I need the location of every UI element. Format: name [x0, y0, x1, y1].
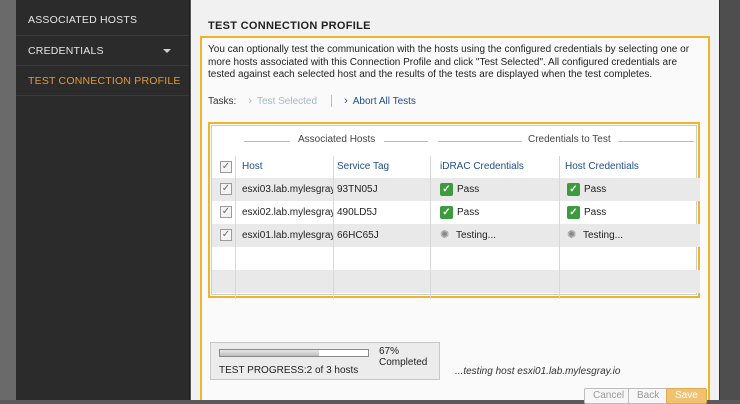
back-button[interactable]: Back [628, 388, 669, 404]
host-cell: esxi03.lab.mylesgray.io [242, 184, 334, 195]
progress-percent: 67% Completed [379, 346, 428, 368]
pass-check-icon: ✓ [567, 205, 580, 219]
host-cred-status-label: Pass [584, 184, 607, 195]
spinner-icon: ✺ [567, 229, 577, 241]
column-divider [235, 156, 236, 299]
abort-all-tests-link[interactable]: › Abort All Tests [344, 95, 416, 107]
host-cell: esxi01.lab.mylesgray.io [242, 230, 334, 241]
sidebar-item-credentials[interactable]: CREDENTIALS [16, 36, 189, 66]
group-line [384, 141, 428, 142]
idrac-status-label: Pass [457, 207, 480, 218]
tasks-bar: Tasks: › Test Selected › Abort All Tests [208, 95, 416, 107]
sidebar-item-test-connection-profile[interactable]: TEST CONNECTION PROFILE [16, 66, 189, 96]
row-checkbox[interactable]: ✓ [220, 183, 232, 195]
service-tag-cell: 93TN05J [337, 184, 378, 195]
tasks-label: Tasks: [208, 95, 237, 107]
test-selected-label: Test Selected [257, 95, 318, 107]
wizard-main-panel: TEST CONNECTION PROFILE You can optional… [191, 0, 719, 404]
test-status-text: ...testing host esxi01.lab.mylesgray.io [455, 366, 621, 377]
content-box: You can optionally test the communicatio… [200, 36, 710, 404]
progress-bar-fill [220, 350, 320, 356]
pass-check-icon: ✓ [440, 182, 453, 196]
abort-all-tests-label: Abort All Tests [352, 95, 416, 107]
host-cell: esxi02.lab.mylesgray.io [242, 207, 334, 218]
host-cred-status-label: Testing... [583, 230, 624, 241]
test-selected-link[interactable]: › Test Selected [248, 95, 317, 107]
group-line [244, 141, 290, 142]
host-cred-status-label: Pass [584, 207, 607, 218]
chevron-right-icon: › [248, 95, 253, 107]
table-row[interactable]: ✓ esxi01.lab.mylesgray.io 66HC65J ✺ Testi… [212, 224, 700, 247]
idrac-status-label: Testing... [456, 230, 497, 241]
table-row[interactable]: ✓ esxi02.lab.mylesgray.io 490LD5J ✓Pass … [212, 201, 700, 224]
progress-text: TEST PROGRESS:2 of 3 hosts [219, 365, 359, 376]
row-checkbox[interactable]: ✓ [220, 229, 232, 241]
column-header-idrac-credentials[interactable]: iDRAC Credentials [440, 156, 524, 178]
page-title: TEST CONNECTION PROFILE [208, 20, 371, 32]
column-header-host-credentials[interactable]: Host Credentials [565, 156, 639, 178]
empty-row [212, 270, 700, 293]
sidebar-item-label: CREDENTIALS [28, 45, 104, 57]
host-cred-status-cell: ✺ Testing... [567, 224, 623, 247]
progress-panel: 67% Completed TEST PROGRESS:2 of 3 hosts [210, 342, 440, 380]
cancel-button[interactable]: Cancel [584, 388, 634, 404]
host-cred-status-cell: ✓ Pass [567, 178, 606, 201]
chevron-down-icon[interactable] [163, 49, 171, 53]
idrac-status-cell: ✓ Pass [440, 201, 479, 224]
table-row[interactable]: ✓ esxi03.lab.mylesgray.io 93TN05J ✓Pass … [212, 178, 700, 201]
select-all-checkbox[interactable]: ✓ [220, 161, 232, 173]
idrac-status-cell: ✓ Pass [440, 178, 479, 201]
pass-check-icon: ✓ [440, 205, 453, 219]
intro-text: You can optionally test the communicatio… [208, 44, 690, 80]
save-button[interactable]: Save [666, 388, 707, 404]
column-divider [333, 156, 334, 299]
idrac-status-cell: ✺ Testing... [440, 224, 496, 247]
background-page [719, 0, 740, 400]
sidebar-item-label: ASSOCIATED HOSTS [28, 14, 138, 26]
group-header-credentials: Credentials to Test [528, 134, 611, 145]
wizard-sidebar: ASSOCIATED HOSTS CREDENTIALS TEST CONNEC… [16, 0, 190, 400]
grid-inner: Associated Hosts Credentials to Test ✓ H… [211, 125, 700, 299]
pass-check-icon: ✓ [567, 182, 580, 196]
sidebar-item-label: TEST CONNECTION PROFILE [28, 75, 181, 87]
group-line [438, 141, 522, 142]
sidebar-item-associated-hosts[interactable]: ASSOCIATED HOSTS [16, 0, 189, 36]
progress-bar [219, 349, 369, 357]
spinner-icon: ✺ [440, 229, 450, 241]
chevron-right-icon: › [344, 95, 348, 107]
service-tag-cell: 490LD5J [337, 207, 378, 218]
group-line [618, 141, 694, 142]
column-divider [559, 156, 560, 299]
divider [331, 95, 333, 107]
row-checkbox[interactable]: ✓ [220, 206, 232, 218]
column-header-host[interactable]: Host [242, 156, 263, 178]
group-header-associated-hosts: Associated Hosts [298, 134, 376, 145]
idrac-status-label: Pass [457, 184, 480, 195]
empty-row [212, 247, 700, 270]
column-divider [430, 156, 431, 299]
background-page [0, 0, 16, 400]
service-tag-cell: 66HC65J [337, 230, 379, 241]
column-header-service-tag[interactable]: Service Tag [337, 156, 389, 178]
hosts-grid: Associated Hosts Credentials to Test ✓ H… [208, 122, 700, 299]
host-cred-status-cell: ✓ Pass [567, 201, 606, 224]
